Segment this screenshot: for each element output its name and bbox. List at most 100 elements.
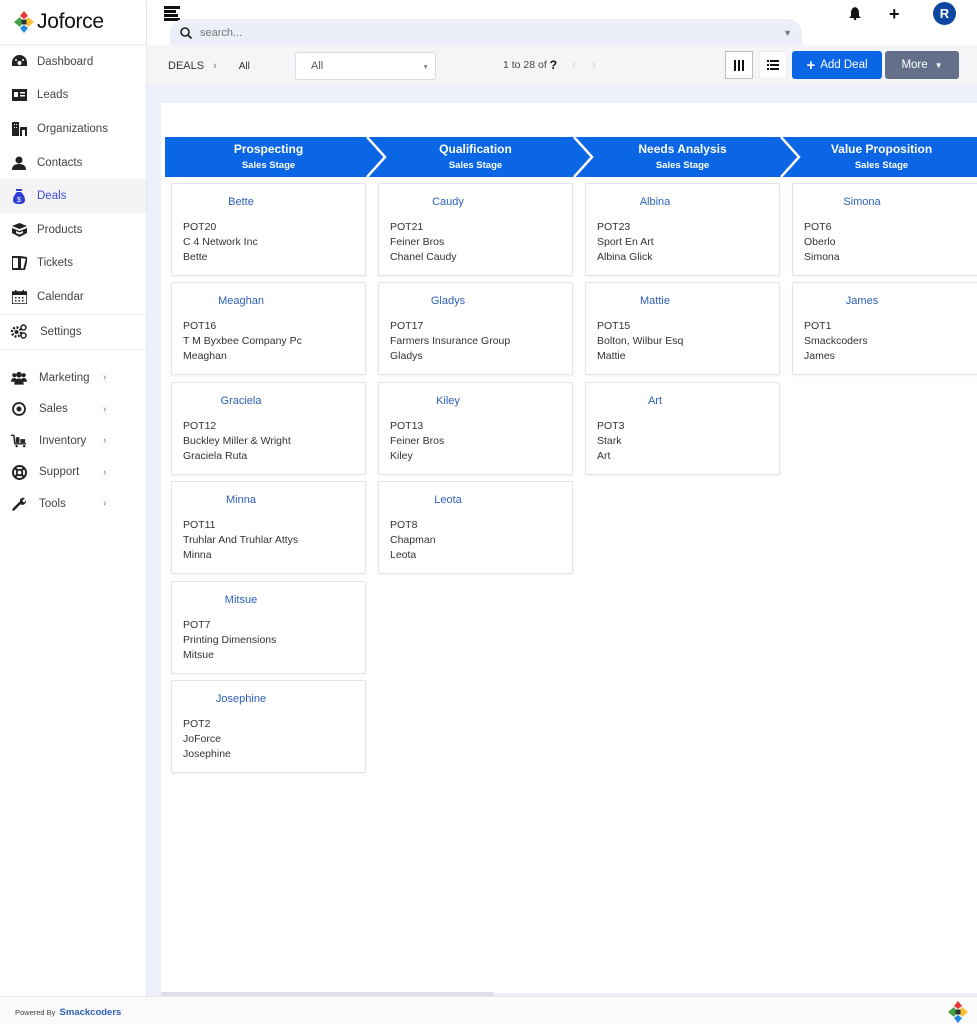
deal-card[interactable]: Meaghan POT16 T M Byxbee Company Pc Meaghan <box>171 282 366 376</box>
deal-card-organization: Buckley Miller & Wright <box>183 434 291 447</box>
more-button[interactable]: More ▼ <box>885 51 959 79</box>
list-toolbar: DEALS › All All ▼ 1 to 28 of ? ‹ › + Add… <box>147 45 977 85</box>
breadcrumb-view: All <box>238 60 250 72</box>
nav-item-deals[interactable]: $ Deals <box>0 179 146 213</box>
deal-card-organization: Oberlo <box>804 236 836 248</box>
deal-card-title[interactable]: Bette <box>172 196 310 208</box>
search-dropdown-icon[interactable]: ▼ <box>783 28 792 38</box>
nav-group-inventory[interactable]: Inventory › <box>0 425 146 457</box>
deal-card-potential: POT3 <box>597 419 625 432</box>
deal-card-title[interactable]: Gladys <box>379 295 517 307</box>
list-view-button[interactable] <box>759 51 787 79</box>
nav-group-sales[interactable]: Sales › <box>0 393 146 425</box>
deal-card[interactable]: Simona POT6 Oberlo Simona <box>792 183 977 276</box>
nav-label: Dashboard <box>37 55 94 68</box>
deal-card-organization: T M Byxbee Company Pc <box>183 335 302 348</box>
nav-item-tickets[interactable]: Tickets <box>0 247 146 281</box>
powered-by-label: Powered By <box>15 1008 56 1017</box>
user-avatar[interactable]: R <box>933 2 956 25</box>
deal-card-title[interactable]: Minna <box>172 494 310 506</box>
deal-card-contact: Art <box>597 449 611 462</box>
deal-card-organization: JoForce <box>183 732 221 745</box>
nav-label: Inventory <box>39 434 87 447</box>
deal-card-title[interactable]: James <box>793 295 931 307</box>
filter-select-value: All <box>311 60 324 72</box>
quick-create-plus-icon[interactable]: + <box>889 4 900 25</box>
stage-column: Albina POT23 Sport En Art Albina Glick Matti… <box>585 183 780 481</box>
deal-card-contact: Gladys <box>390 350 423 363</box>
deal-card[interactable]: Mitsue POT7 Printing Dimensions Mitsue <box>171 580 366 674</box>
deal-card[interactable]: Graciela POT12 Buckley Miller & Wright Grac… <box>171 381 366 475</box>
boxes-icon <box>11 222 27 238</box>
nav-label: Support <box>39 466 80 478</box>
deal-card-title[interactable]: Graciela <box>172 395 310 407</box>
search-input[interactable] <box>200 26 760 39</box>
nav-group-tools[interactable]: Tools › <box>0 488 146 520</box>
next-page-icon[interactable]: › <box>591 57 595 72</box>
nav-item-contacts[interactable]: Contacts <box>0 146 146 180</box>
stage-subtitle: Sales Stage <box>448 160 503 171</box>
deal-card-contact: James <box>804 350 835 363</box>
stage-header: Needs Analysis Sales Stage <box>579 137 786 177</box>
nav-label: Settings <box>40 325 82 338</box>
deal-card[interactable]: Albina POT23 Sport En Art Albina Glick <box>585 183 780 276</box>
deal-card-title[interactable]: Mattie <box>586 295 724 307</box>
nav-item-organizations[interactable]: Organizations <box>0 112 146 146</box>
deal-card[interactable]: Bette POT20 C 4 Network Inc Bette <box>171 183 366 276</box>
prev-page-icon[interactable]: ‹ <box>572 57 576 72</box>
deal-card[interactable]: Josephine POT2 JoForce Josephine <box>171 679 366 773</box>
nav-item-calendar[interactable]: Calendar <box>0 280 146 314</box>
deal-card-title[interactable]: Art <box>586 395 724 407</box>
company-link[interactable]: Smackcoders <box>60 1007 122 1018</box>
deal-card[interactable]: Leota POT8 Chapman Leota <box>378 481 573 575</box>
deal-card-title[interactable]: Kiley <box>379 395 517 407</box>
chevron-right-icon: › <box>103 466 107 478</box>
nav-item-products[interactable]: Products <box>0 213 146 247</box>
deal-card[interactable]: Art POT3 Stark Art <box>585 381 780 475</box>
deal-card-title[interactable]: Simona <box>793 196 931 208</box>
deal-card-organization: Stark <box>597 434 622 447</box>
add-deal-button[interactable]: + Add Deal <box>792 51 882 79</box>
stage-column: Bette POT20 C 4 Network Inc Bette Meaghan POT… <box>171 183 366 779</box>
nav-item-dashboard[interactable]: Dashboard <box>0 45 146 79</box>
more-label: More <box>901 59 928 71</box>
deal-card[interactable]: Kiley POT13 Feiner Bros Kiley <box>378 381 573 475</box>
svg-text:$: $ <box>17 197 21 204</box>
menu-toggle-icon[interactable] <box>164 6 180 21</box>
stage-subtitle: Sales Stage <box>655 160 710 171</box>
global-search: ▼ <box>170 19 802 46</box>
deal-card-organization: Feiner Bros <box>390 434 445 447</box>
deal-card-title[interactable]: Albina <box>586 196 724 208</box>
breadcrumb-module[interactable]: DEALS <box>168 60 204 72</box>
nav-label: Marketing <box>39 371 90 384</box>
deal-card-title[interactable]: Josephine <box>172 693 310 705</box>
stage-header: Value Proposition Sales Stage <box>786 137 977 177</box>
filter-select[interactable]: All ▼ <box>295 52 436 80</box>
deal-card-potential: POT15 <box>597 320 631 333</box>
notifications-bell-icon[interactable] <box>849 7 861 25</box>
deal-card-title[interactable]: Leota <box>379 494 517 506</box>
deal-card[interactable]: Minna POT11 Truhlar And Truhlar Attys Minna <box>171 481 366 575</box>
deal-card-organization: Sport En Art <box>597 236 654 248</box>
deal-card[interactable]: James POT1 Smackcoders James <box>792 282 977 376</box>
caret-down-icon: ▼ <box>934 60 943 70</box>
deal-card[interactable]: Mattie POT15 Bolton, Wilbur Esq Mattie <box>585 282 780 376</box>
deal-card-contact: Kiley <box>390 449 413 462</box>
deal-card-title[interactable]: Caudy <box>379 196 517 208</box>
nav-label: Products <box>37 223 83 236</box>
nav-item-leads[interactable]: Leads <box>0 79 146 113</box>
deal-card-contact: Bette <box>183 251 208 263</box>
dashboard-icon <box>11 54 27 70</box>
building-icon <box>11 121 27 137</box>
nav-item-settings[interactable]: Settings <box>0 315 146 349</box>
kanban-view-button[interactable] <box>725 51 753 79</box>
nav-group-marketing[interactable]: Marketing › <box>0 362 146 394</box>
nav-group-support[interactable]: Support › <box>0 456 146 488</box>
deal-card[interactable]: Gladys POT17 Farmers Insurance Group Gladys <box>378 282 573 376</box>
deal-card[interactable]: Caudy POT21 Feiner Bros Chanel Caudy <box>378 183 573 276</box>
app-logo[interactable]: Joforce <box>0 0 146 45</box>
users-icon <box>11 370 27 386</box>
pager-total-button[interactable]: ? <box>550 58 557 72</box>
deal-card-title[interactable]: Meaghan <box>172 295 310 307</box>
deal-card-title[interactable]: Mitsue <box>172 594 310 606</box>
